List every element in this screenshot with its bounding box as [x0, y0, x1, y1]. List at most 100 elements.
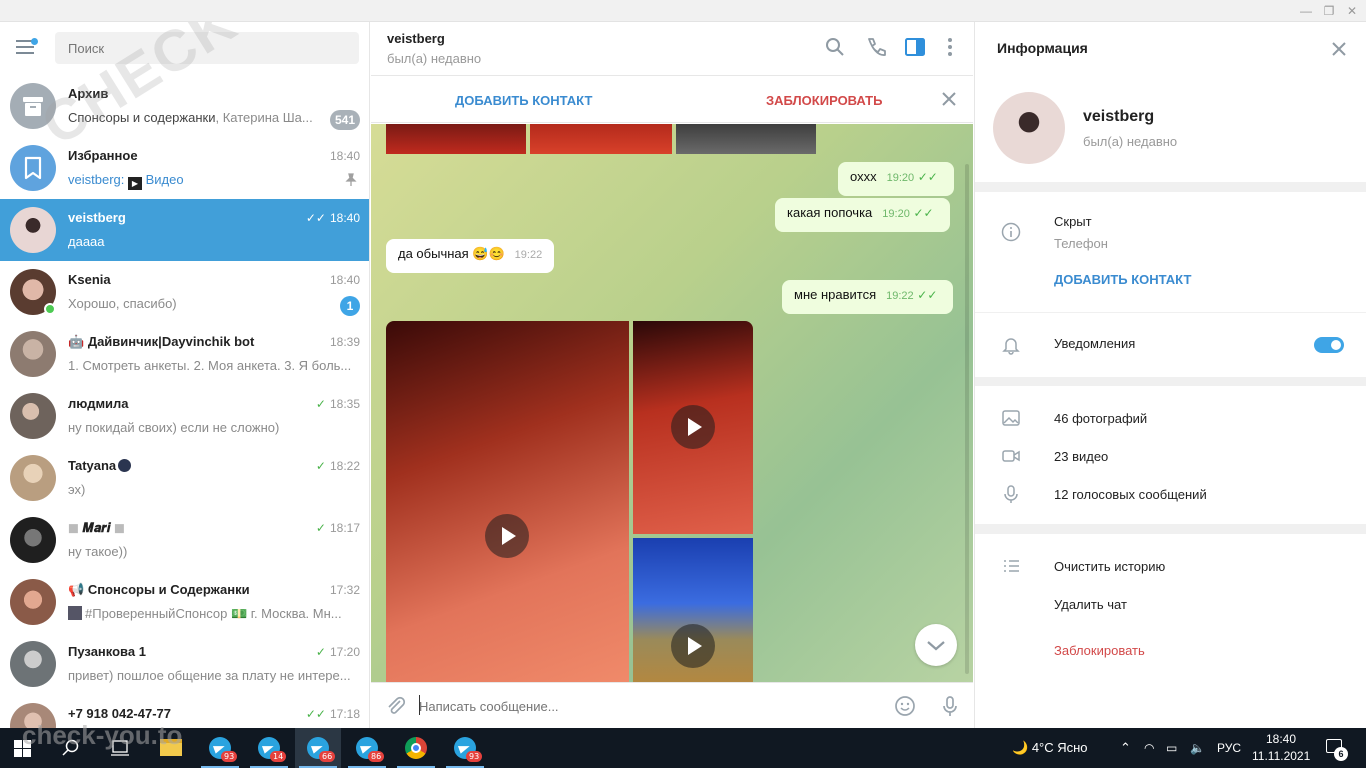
play-icon[interactable] [485, 514, 529, 558]
message-bubble-out[interactable]: охxх 19:20 ✓✓ [838, 162, 954, 196]
chevron-up-icon[interactable]: ⌃ [1120, 728, 1131, 768]
scrollbar[interactable] [965, 164, 969, 674]
telegram-taskbar-button[interactable]: 14 [246, 728, 292, 768]
close-icon[interactable] [940, 90, 958, 108]
avatar [10, 331, 56, 377]
language-indicator[interactable]: РУС [1217, 728, 1241, 768]
clear-history-button[interactable]: Очистить историю [1054, 559, 1165, 574]
chat-item-puzankova[interactable]: Пузанкова 1 привет) пошлое общение за пл… [0, 633, 369, 695]
chat-item-lyudmila[interactable]: людмила ну покидай своих) если не сложно… [0, 385, 369, 447]
delete-chat-button[interactable]: Удалить чат [1054, 597, 1127, 612]
message-area[interactable]: охxх 19:20 ✓✓ какая попочка 19:20 ✓✓ да об… [371, 124, 973, 682]
windows-start-icon[interactable] [14, 740, 31, 757]
add-contact-link[interactable]: ДОБАВИТЬ КОНТАКТ [1054, 272, 1191, 287]
message-bubble-out[interactable]: какая попочка 19:20 ✓✓ [775, 198, 950, 232]
conversation-panel: veistberg был(а) недавно ДОБАВИТЬ КОНТАК… [371, 22, 973, 728]
microphone-icon[interactable] [939, 695, 961, 717]
voice-messages-link[interactable]: 12 голосовых сообщений [1054, 487, 1207, 502]
avatar [10, 641, 56, 687]
telegram-taskbar-button[interactable]: 86 [344, 728, 390, 768]
chat-preview: привет) пошлое общение за плату не интер… [68, 668, 351, 683]
avatar [10, 517, 56, 563]
clock[interactable]: 18:40 11.11.2021 [1252, 731, 1310, 765]
battery-icon[interactable]: ▭ [1166, 728, 1177, 768]
window-title-bar: — ❐ ✕ [0, 0, 1366, 22]
file-explorer-button[interactable] [148, 728, 194, 768]
taskbar: 93 14 66 86 93 check-you.to 🌙 4°C Ясно ⌃… [0, 720, 1366, 768]
search-icon[interactable] [824, 36, 846, 58]
block-user-button[interactable]: ЗАБЛОКИРОВАТЬ [766, 93, 882, 108]
task-view-icon[interactable] [110, 739, 130, 757]
chat-time: 18:39 [329, 335, 360, 349]
chat-item-veistberg[interactable]: veistberg даааа ✓✓ 18:40 [0, 199, 369, 261]
profile-avatar[interactable] [993, 92, 1065, 164]
avatar [10, 703, 56, 728]
chat-item-archive[interactable]: Архив Спонсоры и содержанки, Катерина Ша… [0, 75, 369, 137]
search-icon[interactable] [62, 739, 80, 757]
maximize-button[interactable]: ❐ [1317, 0, 1341, 22]
chat-item-sponsors-channel[interactable]: 📢 Спонсоры и Содержанки #ПроверенныйСпон… [0, 571, 369, 633]
media-thumbnail[interactable] [676, 124, 816, 154]
telegram-taskbar-button[interactable]: 93 [442, 728, 488, 768]
composer [371, 682, 973, 728]
chat-name: ◼ 𝑴𝒂𝒓𝒊 ◼ [68, 520, 125, 535]
close-icon[interactable] [1330, 40, 1348, 58]
avatar [10, 207, 56, 253]
minimize-button[interactable]: — [1294, 0, 1318, 22]
telegram-taskbar-button[interactable]: 93 [197, 728, 243, 768]
play-icon[interactable] [671, 405, 715, 449]
play-icon[interactable] [671, 624, 715, 668]
add-contact-button[interactable]: ДОБАВИТЬ КОНТАКТ [455, 93, 592, 108]
double-check-icon: ✓✓ [305, 707, 326, 721]
peer-name[interactable]: veistberg [387, 31, 445, 46]
notifications-toggle[interactable] [1314, 337, 1344, 353]
message-bubble-in[interactable]: да обычная 😅😊 19:22 [386, 239, 555, 273]
close-window-button[interactable]: ✕ [1340, 0, 1364, 22]
list-icon [1004, 560, 1019, 572]
image-thumb-icon [68, 606, 82, 620]
volume-icon[interactable]: 🔈 [1190, 728, 1205, 768]
media-thumbnail[interactable] [530, 124, 672, 154]
chat-item-mari[interactable]: ◼ 𝑴𝒂𝒓𝒊 ◼ ну такое)) ✓ 18:17 [0, 509, 369, 571]
chat-name: Архив [68, 86, 109, 101]
chat-item-tatyana[interactable]: Tatyana эх) ✓ 18:22 [0, 447, 369, 509]
double-check-icon: ✓✓ [917, 288, 938, 302]
double-check-icon: ✓✓ [917, 170, 938, 184]
message-bubble-out[interactable]: мне нравится 19:22 ✓✓ [782, 280, 954, 314]
chat-item-ksenia[interactable]: Ksenia Хорошо, спасибо) 18:40 1 [0, 261, 369, 323]
emoji-icon[interactable] [894, 695, 916, 717]
telegram-taskbar-button-active[interactable]: 66 [295, 728, 341, 768]
media-thumbnail[interactable] [386, 124, 526, 154]
profile-status: был(а) недавно [1083, 134, 1178, 149]
more-vertical-icon[interactable] [939, 36, 961, 58]
phone-icon[interactable] [865, 36, 887, 58]
chat-item-saved[interactable]: Избранное veistberg: ▶ Видео 18:40 [0, 137, 369, 199]
chat-item-dayvinchik[interactable]: 🤖 Дайвинчик|Dayvinchik bot 1. Смотреть а… [0, 323, 369, 385]
profile-name: veistberg [1083, 108, 1155, 125]
chrome-taskbar-button[interactable] [393, 728, 439, 768]
video-thumbnail[interactable] [386, 321, 629, 682]
phone-value: Скрыт [1054, 214, 1092, 229]
search-input[interactable] [55, 32, 359, 64]
message-input[interactable] [419, 695, 879, 717]
weather-widget[interactable]: 🌙 4°C Ясно [1012, 728, 1088, 768]
chat-time: ✓ 18:35 [315, 397, 360, 411]
video-thumbnail[interactable] [633, 321, 753, 534]
videos-link[interactable]: 23 видео [1054, 449, 1108, 464]
microphone-icon [1004, 485, 1018, 503]
chat-item-phone[interactable]: +7 918 042-47-77 ✓✓ 17:18 [0, 695, 369, 728]
scroll-down-button[interactable] [915, 624, 957, 666]
chat-name: Пузанкова 1 [68, 644, 146, 659]
attach-icon[interactable] [385, 695, 407, 717]
notifications-section: Уведомления [975, 313, 1366, 377]
chat-time: 17:32 [329, 583, 360, 597]
archive-avatar [10, 83, 56, 129]
chat-header: veistberg был(а) недавно [371, 22, 973, 76]
video-thumbnail[interactable] [633, 538, 753, 682]
chat-name: Избранное [68, 148, 138, 163]
wifi-icon[interactable]: ◠ [1144, 728, 1154, 768]
sidebar-toggle-icon[interactable] [904, 36, 926, 58]
photos-link[interactable]: 46 фотографий [1054, 411, 1147, 426]
block-user-link[interactable]: Заблокировать [1054, 643, 1145, 658]
chat-name: Tatyana [68, 458, 132, 473]
